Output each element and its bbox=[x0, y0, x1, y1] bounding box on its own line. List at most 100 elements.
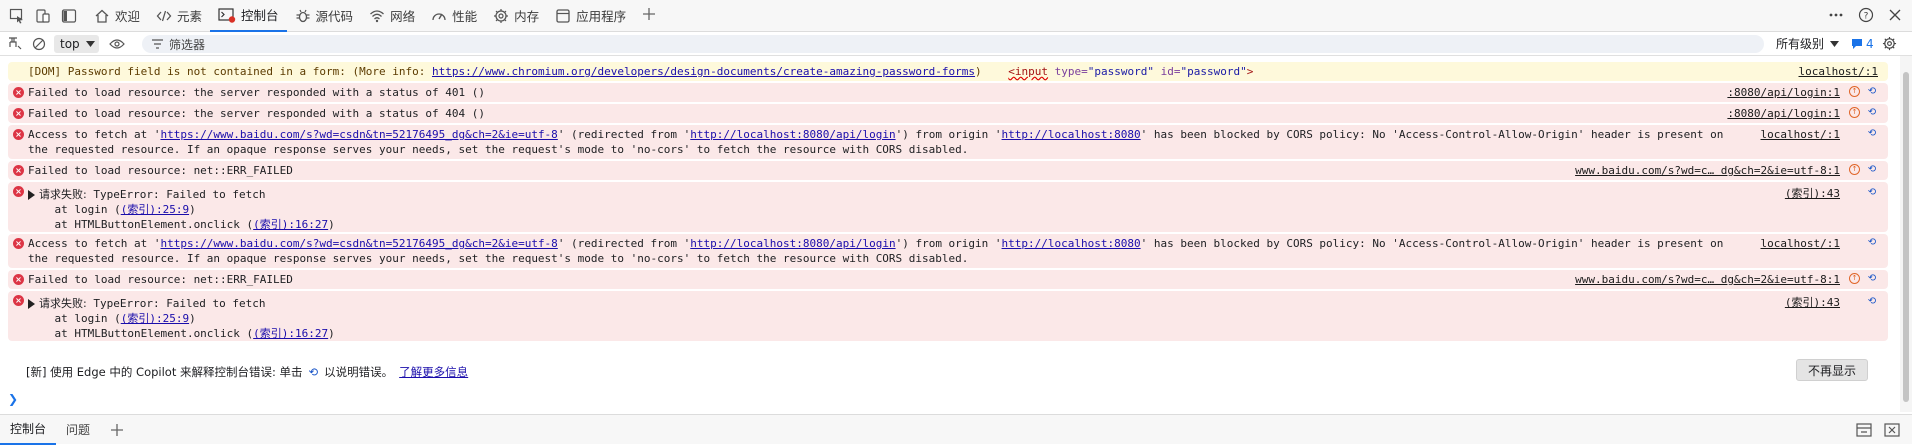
tab-performance[interactable]: 性能 bbox=[423, 0, 485, 32]
network-info-icon[interactable]: ↑ bbox=[1849, 273, 1860, 284]
source-link[interactable]: localhost/:1 bbox=[1799, 64, 1878, 79]
tab-label: 应用程序 bbox=[576, 9, 627, 24]
source-link[interactable]: www.baidu.com/s?wd=c… dg&ch=2&ie=utf-8:1 bbox=[1575, 163, 1840, 178]
network-info-icon[interactable]: ↑ bbox=[1849, 86, 1860, 97]
copilot-explain-icon[interactable]: ⟲ bbox=[1866, 237, 1878, 249]
error-icon: × bbox=[13, 129, 24, 140]
source-link[interactable]: localhost/:1 bbox=[1761, 127, 1840, 142]
scrollbar[interactable] bbox=[1900, 56, 1912, 412]
scrollbar-thumb[interactable] bbox=[1903, 72, 1909, 402]
copilot-explain-icon[interactable]: ⟲ bbox=[1866, 128, 1878, 140]
dom-node[interactable]: <input type="password" id="password"> bbox=[1008, 65, 1253, 78]
inspect-element-icon[interactable] bbox=[8, 7, 26, 25]
copilot-explain-icon: ⟲ bbox=[308, 365, 319, 379]
message-link[interactable]: http://localhost:8080/api/login bbox=[690, 237, 895, 250]
error-icon: × bbox=[13, 165, 24, 176]
issues-badge[interactable]: 4 bbox=[1851, 37, 1874, 51]
toggle-sidebar-icon[interactable] bbox=[60, 7, 78, 25]
add-tab-button[interactable] bbox=[634, 0, 664, 32]
message-link[interactable]: https://www.baidu.com/s?wd=csdn&tn=52176… bbox=[160, 237, 557, 250]
tab-sources[interactable]: 源代码 bbox=[287, 0, 362, 32]
network-info-icon[interactable]: ↑ bbox=[1849, 164, 1860, 175]
console-message-error: × Access to fetch at 'https://www.baidu.… bbox=[8, 234, 1888, 268]
message-link[interactable]: http://localhost:8080 bbox=[1002, 237, 1141, 250]
chevron-down-icon bbox=[1830, 40, 1840, 47]
close-drawer-icon[interactable] bbox=[1884, 423, 1900, 437]
tab-label: 元素 bbox=[177, 9, 203, 24]
more-options-icon[interactable] bbox=[1828, 7, 1844, 26]
tab-console[interactable]: 控制台 bbox=[210, 0, 287, 32]
copilot-explain-icon[interactable]: ⟲ bbox=[1866, 273, 1878, 285]
context-selector[interactable]: top bbox=[54, 34, 99, 53]
stack-link[interactable]: (索引):16:27 bbox=[253, 327, 328, 340]
drawer-add-tab-button[interactable] bbox=[100, 415, 134, 445]
tab-label: 控制台 bbox=[241, 8, 279, 23]
dont-show-again-button[interactable]: 不再显示 bbox=[1796, 359, 1868, 381]
device-emulation-icon[interactable] bbox=[34, 7, 52, 25]
filter-icon bbox=[152, 39, 163, 49]
copilot-explain-icon[interactable]: ⟲ bbox=[1866, 86, 1878, 98]
tab-memory[interactable]: 内存 bbox=[485, 0, 547, 32]
filter-input[interactable]: 筛选器 bbox=[142, 35, 1764, 53]
tab-label: 源代码 bbox=[315, 9, 354, 24]
expand-triangle-icon[interactable] bbox=[28, 190, 35, 200]
console-icon bbox=[218, 7, 236, 23]
expand-triangle-icon[interactable] bbox=[28, 299, 35, 309]
console-message-error: × 请求失败: TypeError: Failed to fetch at lo… bbox=[8, 291, 1888, 341]
copilot-explain-icon[interactable]: ⟲ bbox=[1866, 296, 1878, 308]
error-icon: × bbox=[13, 186, 24, 197]
error-icon: × bbox=[13, 238, 24, 249]
issue-count: 4 bbox=[1866, 36, 1874, 51]
block-icon[interactable] bbox=[32, 37, 46, 51]
message-link[interactable]: https://www.chromium.org/developers/desi… bbox=[432, 65, 975, 78]
message-link[interactable]: http://localhost:8080/api/login bbox=[690, 128, 895, 141]
copilot-explain-icon[interactable]: ⟲ bbox=[1866, 164, 1878, 176]
close-devtools-icon[interactable] bbox=[1888, 8, 1902, 25]
stack-link[interactable]: (索引):25:9 bbox=[121, 312, 189, 325]
source-link[interactable]: (索引):43 bbox=[1785, 186, 1840, 201]
settings-gear-icon[interactable] bbox=[1882, 36, 1897, 51]
source-link[interactable]: localhost/:1 bbox=[1761, 236, 1840, 251]
help-icon[interactable]: ? bbox=[1858, 7, 1874, 26]
console-message-error: × 请求失败: TypeError: Failed to fetch at lo… bbox=[8, 182, 1888, 232]
eye-icon[interactable] bbox=[108, 38, 125, 50]
gauge-icon bbox=[431, 8, 447, 24]
bottom-drawer: 控制台 问题 bbox=[0, 414, 1912, 445]
source-link[interactable]: (索引):43 bbox=[1785, 295, 1840, 310]
stack-link[interactable]: (索引):16:27 bbox=[253, 218, 328, 231]
message-link[interactable]: https://www.baidu.com/s?wd=csdn&tn=52176… bbox=[160, 128, 557, 141]
filter-placeholder: 筛选器 bbox=[169, 37, 206, 52]
bug-icon bbox=[295, 8, 311, 24]
copilot-explain-icon[interactable]: ⟲ bbox=[1866, 107, 1878, 119]
window-icon bbox=[555, 8, 571, 24]
network-info-icon[interactable]: ↑ bbox=[1849, 107, 1860, 118]
code-icon bbox=[156, 8, 172, 24]
console-message-error: × Failed to load resource: the server re… bbox=[8, 83, 1888, 102]
tab-application[interactable]: 应用程序 bbox=[547, 0, 634, 32]
source-link[interactable]: :8080/api/login:1 bbox=[1727, 85, 1840, 100]
clear-console-icon[interactable] bbox=[8, 36, 22, 51]
learn-more-link[interactable]: 了解更多信息 bbox=[399, 364, 468, 380]
tab-label: 网络 bbox=[390, 9, 416, 24]
console-prompt-chevron-icon[interactable]: ❯ bbox=[8, 392, 18, 406]
stack-link[interactable]: (索引):25:9 bbox=[121, 203, 189, 216]
message-link[interactable]: http://localhost:8080 bbox=[1002, 128, 1141, 141]
log-levels-dropdown[interactable]: 所有级别 4 bbox=[1776, 35, 1897, 52]
drawer-tab-console[interactable]: 控制台 bbox=[0, 415, 57, 445]
tab-welcome[interactable]: 欢迎 bbox=[86, 0, 148, 32]
levels-label: 所有级别 bbox=[1776, 37, 1825, 51]
dock-drawer-icon[interactable] bbox=[1856, 423, 1872, 437]
console-message-error: × Failed to load resource: net::ERR_FAIL… bbox=[8, 270, 1888, 289]
source-link[interactable]: www.baidu.com/s?wd=c… dg&ch=2&ie=utf-8:1 bbox=[1575, 272, 1840, 287]
copilot-hint: [新] 使用 Edge 中的 Copilot 来解释控制台错误: 单击 ⟲ 以说… bbox=[26, 364, 469, 380]
source-link[interactable]: :8080/api/login:1 bbox=[1727, 106, 1840, 121]
issue-icon bbox=[1851, 38, 1863, 50]
copilot-explain-icon[interactable]: ⟲ bbox=[1866, 187, 1878, 199]
error-icon: × bbox=[13, 108, 24, 119]
tab-elements[interactable]: 元素 bbox=[148, 0, 210, 32]
drawer-tab-issues[interactable]: 问题 bbox=[56, 415, 100, 445]
tab-label: 内存 bbox=[514, 9, 540, 24]
tab-label: 性能 bbox=[452, 9, 478, 24]
tabbar-right-controls: ? bbox=[1828, 0, 1902, 32]
tab-network[interactable]: 网络 bbox=[361, 0, 423, 32]
